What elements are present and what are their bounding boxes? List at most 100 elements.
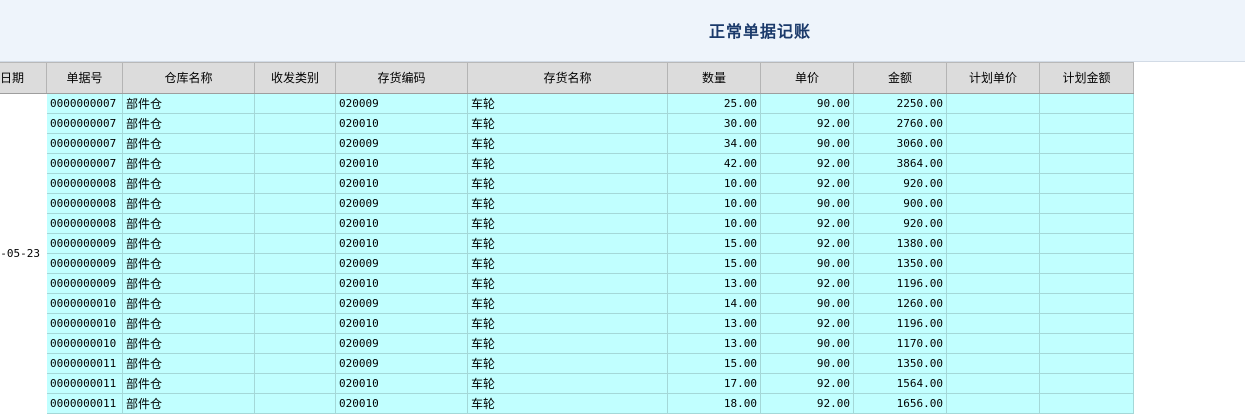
item-code-cell[interactable]: 020010	[336, 174, 468, 194]
io-type-cell[interactable]	[255, 394, 336, 414]
column-header-plan-price[interactable]: 计划单价	[947, 63, 1040, 93]
amount-cell[interactable]: 1196.00	[854, 274, 947, 294]
plan-amount-cell[interactable]	[1040, 374, 1134, 394]
plan-amount-cell[interactable]	[1040, 394, 1134, 414]
doc-no-cell[interactable]: 0000000008	[47, 174, 123, 194]
io-type-cell[interactable]	[255, 194, 336, 214]
amount-cell[interactable]: 1260.00	[854, 294, 947, 314]
amount-cell[interactable]: 1350.00	[854, 354, 947, 374]
plan-amount-cell[interactable]	[1040, 214, 1134, 234]
item-name-cell[interactable]: 车轮	[468, 154, 668, 174]
column-header-amount[interactable]: 金额	[854, 63, 947, 93]
doc-no-cell[interactable]: 0000000011	[47, 394, 123, 414]
plan-price-cell[interactable]	[947, 274, 1040, 294]
io-type-cell[interactable]	[255, 234, 336, 254]
table-row[interactable]: 0000000007 部件仓 020009 车轮 34.00 90.00 3060.00	[47, 134, 1134, 154]
column-header-warehouse[interactable]: 仓库名称	[123, 63, 255, 93]
io-type-cell[interactable]	[255, 294, 336, 314]
unit-price-cell[interactable]: 92.00	[761, 374, 854, 394]
plan-price-cell[interactable]	[947, 294, 1040, 314]
plan-amount-cell[interactable]	[1040, 154, 1134, 174]
plan-amount-cell[interactable]	[1040, 194, 1134, 214]
amount-cell[interactable]: 1656.00	[854, 394, 947, 414]
io-type-cell[interactable]	[255, 374, 336, 394]
plan-amount-cell[interactable]	[1040, 234, 1134, 254]
table-row[interactable]: 0000000008 部件仓 020010 车轮 10.00 92.00 920.00	[47, 174, 1134, 194]
plan-price-cell[interactable]	[947, 94, 1040, 114]
doc-no-cell[interactable]: 0000000008	[47, 214, 123, 234]
amount-cell[interactable]: 2250.00	[854, 94, 947, 114]
doc-no-cell[interactable]: 0000000008	[47, 194, 123, 214]
io-type-cell[interactable]	[255, 154, 336, 174]
item-name-cell[interactable]: 车轮	[468, 254, 668, 274]
quantity-cell[interactable]: 13.00	[668, 274, 761, 294]
warehouse-cell[interactable]: 部件仓	[123, 354, 255, 374]
quantity-cell[interactable]: 18.00	[668, 394, 761, 414]
plan-amount-cell[interactable]	[1040, 134, 1134, 154]
table-row[interactable]: 0000000010 部件仓 020009 车轮 14.00 90.00 1260.00	[47, 294, 1134, 314]
plan-amount-cell[interactable]	[1040, 174, 1134, 194]
column-header-date[interactable]: 日期	[0, 63, 47, 93]
table-row[interactable]: 0000000011 部件仓 020010 车轮 17.00 92.00 1564.00	[47, 374, 1134, 394]
item-name-cell[interactable]: 车轮	[468, 234, 668, 254]
column-header-quantity[interactable]: 数量	[668, 63, 761, 93]
unit-price-cell[interactable]: 92.00	[761, 314, 854, 334]
unit-price-cell[interactable]: 90.00	[761, 334, 854, 354]
item-code-cell[interactable]: 020009	[336, 94, 468, 114]
table-row[interactable]: 0000000009 部件仓 020009 车轮 15.00 90.00 1350.00	[47, 254, 1134, 274]
item-code-cell[interactable]: 020009	[336, 254, 468, 274]
quantity-cell[interactable]: 13.00	[668, 314, 761, 334]
doc-no-cell[interactable]: 0000000009	[47, 234, 123, 254]
io-type-cell[interactable]	[255, 354, 336, 374]
item-code-cell[interactable]: 020010	[336, 154, 468, 174]
table-row[interactable]: 0000000008 部件仓 020010 车轮 10.00 92.00 920.00	[47, 214, 1134, 234]
item-code-cell[interactable]: 020009	[336, 354, 468, 374]
table-row[interactable]: 0000000009 部件仓 020010 车轮 13.00 92.00 1196.00	[47, 274, 1134, 294]
item-code-cell[interactable]: 020010	[336, 234, 468, 254]
doc-no-cell[interactable]: 0000000009	[47, 254, 123, 274]
table-row[interactable]: 0000000010 部件仓 020010 车轮 13.00 92.00 1196.00	[47, 314, 1134, 334]
item-name-cell[interactable]: 车轮	[468, 354, 668, 374]
warehouse-cell[interactable]: 部件仓	[123, 154, 255, 174]
doc-no-cell[interactable]: 0000000011	[47, 354, 123, 374]
item-code-cell[interactable]: 020010	[336, 274, 468, 294]
plan-amount-cell[interactable]	[1040, 274, 1134, 294]
plan-price-cell[interactable]	[947, 194, 1040, 214]
warehouse-cell[interactable]: 部件仓	[123, 94, 255, 114]
amount-cell[interactable]: 900.00	[854, 194, 947, 214]
quantity-cell[interactable]: 15.00	[668, 354, 761, 374]
item-name-cell[interactable]: 车轮	[468, 374, 668, 394]
amount-cell[interactable]: 2760.00	[854, 114, 947, 134]
quantity-cell[interactable]: 15.00	[668, 254, 761, 274]
plan-price-cell[interactable]	[947, 374, 1040, 394]
warehouse-cell[interactable]: 部件仓	[123, 114, 255, 134]
plan-price-cell[interactable]	[947, 154, 1040, 174]
unit-price-cell[interactable]: 90.00	[761, 354, 854, 374]
doc-no-cell[interactable]: 0000000009	[47, 274, 123, 294]
io-type-cell[interactable]	[255, 314, 336, 334]
unit-price-cell[interactable]: 90.00	[761, 254, 854, 274]
amount-cell[interactable]: 3060.00	[854, 134, 947, 154]
item-code-cell[interactable]: 020009	[336, 334, 468, 354]
warehouse-cell[interactable]: 部件仓	[123, 234, 255, 254]
table-row[interactable]: 0000000011 部件仓 020010 车轮 18.00 92.00 1656.00	[47, 394, 1134, 414]
doc-no-cell[interactable]: 0000000007	[47, 114, 123, 134]
item-code-cell[interactable]: 020010	[336, 114, 468, 134]
item-name-cell[interactable]: 车轮	[468, 114, 668, 134]
warehouse-cell[interactable]: 部件仓	[123, 374, 255, 394]
item-name-cell[interactable]: 车轮	[468, 134, 668, 154]
table-row[interactable]: 0000000009 部件仓 020010 车轮 15.00 92.00 1380.00	[47, 234, 1134, 254]
plan-price-cell[interactable]	[947, 114, 1040, 134]
io-type-cell[interactable]	[255, 174, 336, 194]
unit-price-cell[interactable]: 92.00	[761, 234, 854, 254]
quantity-cell[interactable]: 10.00	[668, 194, 761, 214]
unit-price-cell[interactable]: 92.00	[761, 154, 854, 174]
item-name-cell[interactable]: 车轮	[468, 334, 668, 354]
unit-price-cell[interactable]: 92.00	[761, 174, 854, 194]
column-header-io-type[interactable]: 收发类别	[255, 63, 336, 93]
doc-no-cell[interactable]: 0000000007	[47, 154, 123, 174]
amount-cell[interactable]: 1196.00	[854, 314, 947, 334]
plan-price-cell[interactable]	[947, 134, 1040, 154]
plan-price-cell[interactable]	[947, 354, 1040, 374]
amount-cell[interactable]: 3864.00	[854, 154, 947, 174]
